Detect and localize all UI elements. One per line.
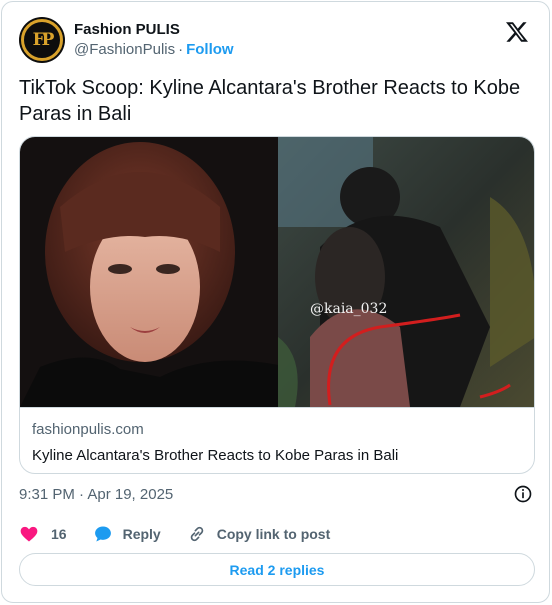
avatar[interactable]: FP	[19, 17, 65, 63]
link-icon	[190, 526, 203, 542]
separator-dot: ·	[178, 41, 184, 58]
author-subline: @FashionPulis · Follow	[74, 40, 234, 60]
speech-bubble-icon	[94, 526, 111, 542]
author-name[interactable]: Fashion PULIS	[74, 20, 234, 40]
info-icon[interactable]	[513, 484, 533, 504]
x-logo-icon[interactable]	[505, 20, 529, 44]
reply-label: Reply	[122, 526, 161, 542]
copy-link-label: Copy link to post	[216, 526, 331, 542]
link-domain: fashionpulis.com	[32, 421, 144, 438]
tweet-actions: 16 Reply Copy link to post	[19, 520, 356, 548]
like-count: 16	[51, 526, 67, 542]
image-watermark: @kaia_032	[310, 301, 387, 317]
timestamp[interactable]: 9:31 PM · Apr 19, 2025	[19, 486, 173, 503]
link-title: Kyline Alcantara's Brother Reacts to Kob…	[32, 447, 399, 464]
tweet-meta: 9:31 PM · Apr 19, 2025	[19, 482, 533, 506]
link-preview-footer: fashionpulis.com Kyline Alcantara's Brot…	[20, 407, 534, 473]
tweet-header: FP Fashion PULIS @FashionPulis · Follow	[19, 16, 533, 64]
link-preview-image: @kaia_032	[20, 137, 534, 407]
reply-button[interactable]: Reply	[93, 524, 161, 544]
like-button[interactable]: 16	[19, 524, 67, 544]
copy-link-button[interactable]: Copy link to post	[187, 524, 331, 544]
tweet-embed-card: FP Fashion PULIS @FashionPulis · Follow Ti…	[1, 1, 550, 603]
avatar-logo: FP	[21, 19, 63, 61]
heart-icon	[20, 526, 38, 542]
tweet-text: TikTok Scoop: Kyline Alcantara's Brother…	[19, 77, 521, 125]
link-preview-card[interactable]: @kaia_032 fashionpulis.com Kyline Alcant…	[19, 136, 535, 474]
read-replies-button[interactable]: Read 2 replies	[19, 553, 535, 586]
author-info: Fashion PULIS @FashionPulis · Follow	[74, 20, 234, 60]
follow-button[interactable]: Follow	[186, 41, 234, 58]
author-handle[interactable]: @FashionPulis	[74, 41, 175, 58]
